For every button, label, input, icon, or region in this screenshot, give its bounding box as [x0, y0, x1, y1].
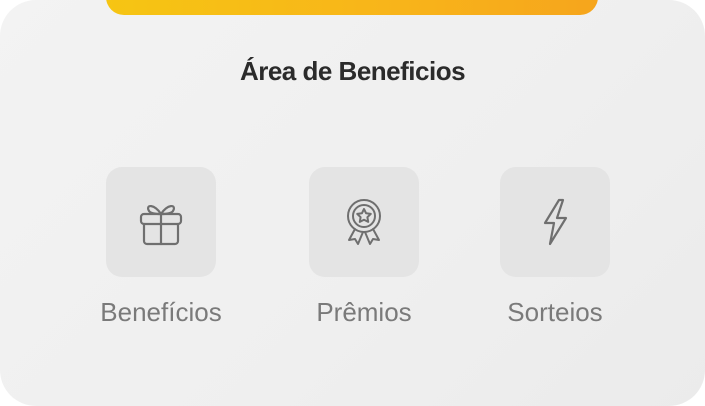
menu-item-beneficios[interactable]: Benefícios	[91, 167, 231, 328]
premios-tile[interactable]	[309, 167, 419, 277]
beneficios-label[interactable]: Benefícios	[91, 297, 231, 328]
lightning-bolt-icon	[525, 192, 585, 252]
menu-item-sorteios[interactable]: Sorteios	[485, 167, 625, 328]
gift-icon	[131, 192, 191, 252]
award-medal-icon	[334, 192, 394, 252]
beneficios-tile[interactable]	[106, 167, 216, 277]
sorteios-tile[interactable]	[500, 167, 610, 277]
premios-label[interactable]: Prêmios	[294, 297, 434, 328]
menu-item-premios[interactable]: Prêmios	[294, 167, 434, 328]
sorteios-label[interactable]: Sorteios	[485, 297, 625, 328]
card-title: Área de Beneficios	[239, 56, 466, 86]
accent-bar	[106, 0, 598, 15]
benefits-card: Área de Beneficios Benefícios Prêmios So…	[0, 0, 705, 406]
